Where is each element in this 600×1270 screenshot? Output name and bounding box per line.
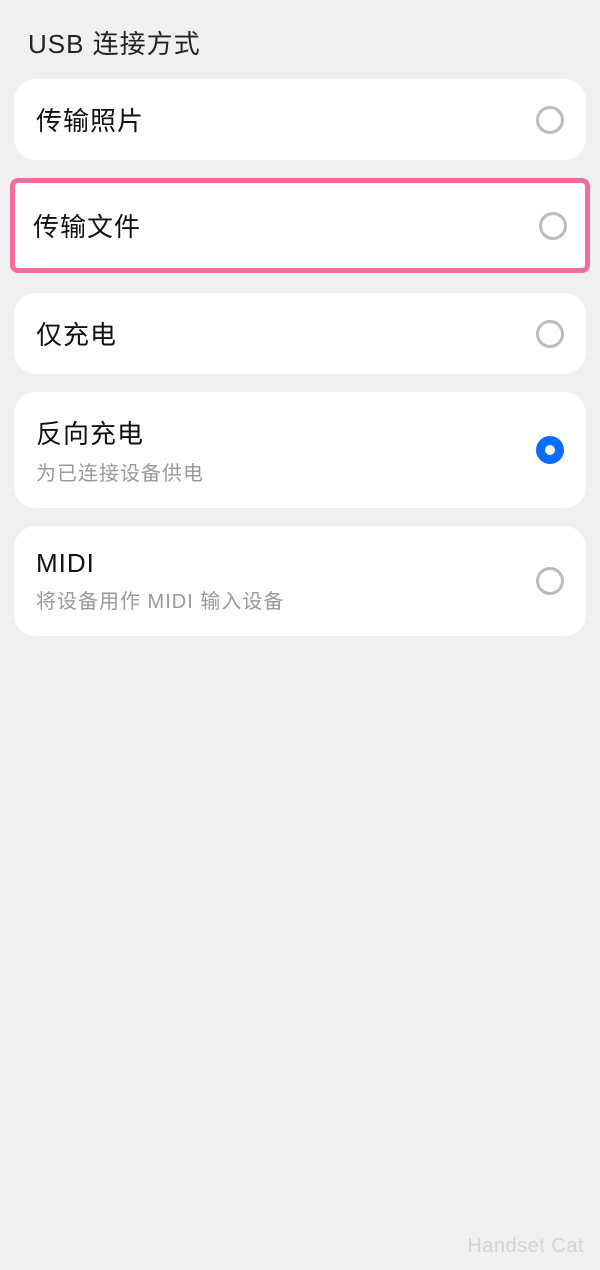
page-title: USB 连接方式 [0,0,600,79]
radio-icon[interactable] [536,567,564,595]
option-transfer-photos[interactable]: 传输照片 [14,79,586,160]
watermark-text: Handset Cat [467,1235,584,1258]
radio-icon[interactable] [536,320,564,348]
option-label: 传输照片 [36,101,144,138]
option-label: 仅充电 [36,315,117,352]
options-list: 传输照片 传输文件 仅充电 反向充电 为已连接设备供电 MIDI 将设备用作 M… [0,79,600,636]
option-charge-only[interactable]: 仅充电 [14,293,586,374]
option-sub: 为已连接设备供电 [36,457,204,486]
option-text: 反向充电 为已连接设备供电 [36,414,204,486]
option-sub: 将设备用作 MIDI 输入设备 [36,585,284,614]
radio-icon[interactable] [539,212,567,240]
option-text: 仅充电 [36,315,117,352]
radio-icon-selected[interactable] [536,436,564,464]
option-transfer-files[interactable]: 传输文件 [10,178,590,273]
option-label: 反向充电 [36,414,204,451]
option-text: 传输文件 [33,207,141,244]
option-label: 传输文件 [33,207,141,244]
option-reverse-charge[interactable]: 反向充电 为已连接设备供电 [14,392,586,508]
radio-icon[interactable] [536,106,564,134]
option-label: MIDI [36,548,284,579]
option-text: 传输照片 [36,101,144,138]
option-text: MIDI 将设备用作 MIDI 输入设备 [36,548,284,614]
option-midi[interactable]: MIDI 将设备用作 MIDI 输入设备 [14,526,586,636]
